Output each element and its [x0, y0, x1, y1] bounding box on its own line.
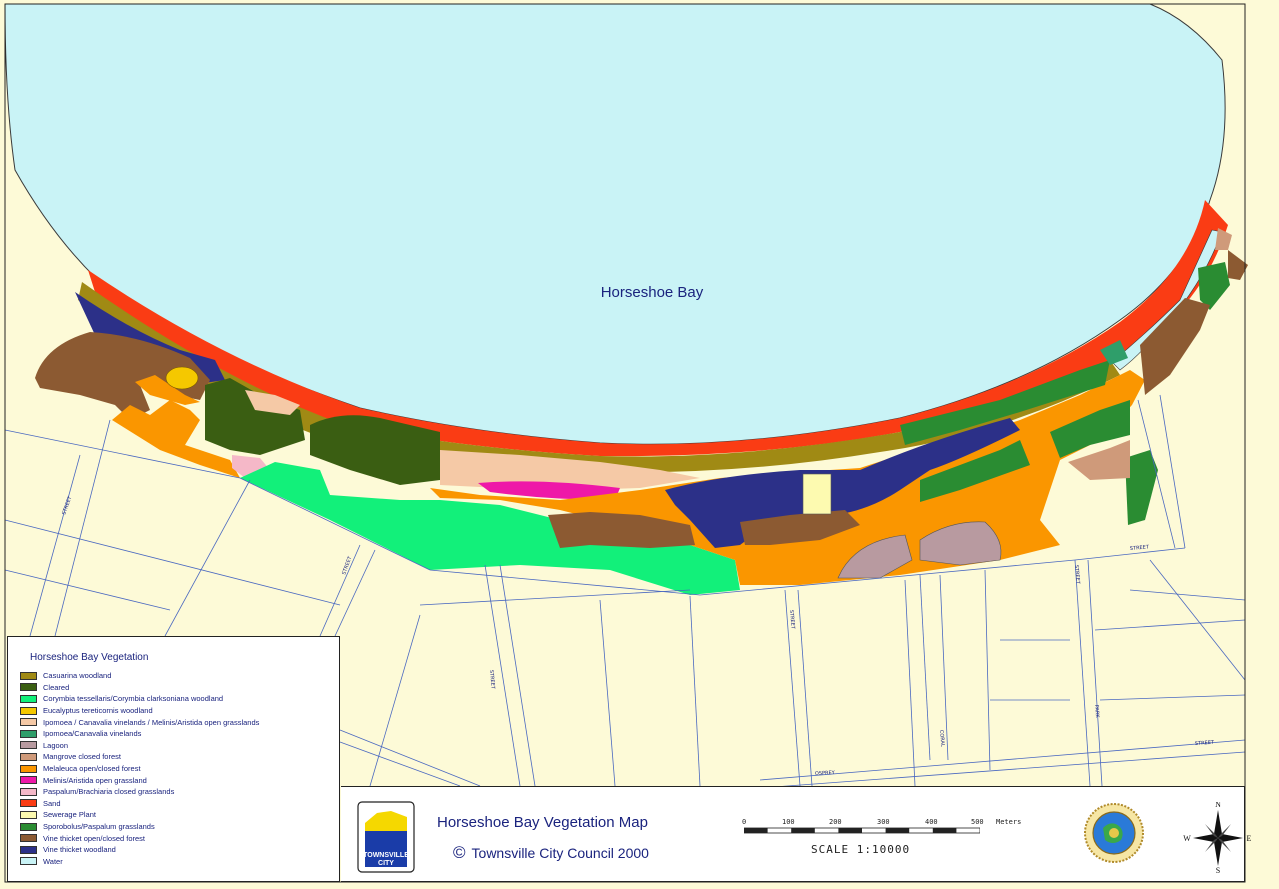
legend-item: Ipomoea/Canavalia vinelands — [20, 728, 259, 740]
legend-label: Cleared — [43, 682, 70, 692]
street-label: OSPREY — [815, 770, 836, 777]
copyright: © Townsville City Council 2000 — [453, 843, 649, 863]
copyright-text: Townsville City Council 2000 — [471, 845, 649, 861]
scale-tick: 300 — [877, 818, 890, 826]
copyright-symbol: © — [453, 843, 466, 862]
legend-item: Ipomoea / Canavalia vinelands / Melinis/… — [20, 716, 259, 728]
legend-title: Horseshoe Bay Vegetation — [30, 652, 149, 663]
legend-panel: Horseshoe Bay Vegetation Casuarina woodl… — [7, 636, 340, 882]
compass-east: E — [1247, 834, 1252, 843]
scale-tick: 200 — [829, 818, 842, 826]
compass-north: N — [1215, 802, 1221, 809]
legend-label: Lagoon — [43, 740, 69, 750]
council-seal — [1084, 803, 1144, 863]
legend-label: Sporobolus/Paspalum grasslands — [43, 822, 155, 832]
legend-item: Melaleuca open/closed forest — [20, 763, 259, 775]
legend-swatch — [20, 683, 37, 692]
legend-label: Mangrove closed forest — [43, 752, 121, 762]
map-title: Horseshoe Bay Vegetation Map — [437, 814, 648, 831]
legend-item: Lagoon — [20, 740, 259, 752]
legend-label: Eucalyptus tereticornis woodland — [43, 706, 153, 716]
compass-west: W — [1183, 834, 1191, 843]
legend-label: Sewerage Plant — [43, 810, 96, 820]
scale-tick: 100 — [782, 818, 795, 826]
title-block: TOWNSVILLE CITY Horseshoe Bay Vegetation… — [341, 786, 1252, 882]
legend-label: Water — [43, 856, 63, 866]
legend-label: Melinis/Aristida open grassland — [43, 775, 147, 785]
legend-swatch — [20, 776, 37, 785]
legend-swatch — [20, 834, 37, 843]
scale-tick: 0 — [742, 818, 747, 826]
legend-swatch — [20, 671, 37, 680]
legend-item: Melinis/Aristida open grassland — [20, 774, 259, 786]
legend-list: Casuarina woodland Cleared Corymbia tessel… — [20, 670, 259, 867]
legend-swatch — [20, 787, 37, 796]
legend-swatch — [20, 718, 37, 727]
bay-label: Horseshoe Bay — [601, 284, 704, 301]
legend-label: Vine thicket woodland — [43, 845, 116, 855]
legend-swatch — [20, 822, 37, 831]
legend-swatch — [20, 810, 37, 819]
legend-label: Ipomoea / Canavalia vinelands / Melinis/… — [43, 717, 260, 727]
scale-tick: 500 — [971, 818, 984, 826]
legend-label: Sand — [43, 798, 61, 808]
legend-item: Cleared — [20, 682, 259, 694]
legend-item: Paspalum/Brachiaria closed grasslands — [20, 786, 259, 798]
legend-swatch — [20, 764, 37, 773]
legend-label: Vine thicket open/closed forest — [43, 833, 146, 843]
logo-text-bottom: CITY — [378, 860, 394, 867]
street-label: PARK — [1093, 705, 1100, 719]
sewerage-plant — [802, 473, 832, 515]
legend-label: Melaleuca open/closed forest — [43, 764, 141, 774]
compass-rose: N S W E — [1183, 802, 1252, 874]
legend-item: Mangrove closed forest — [20, 751, 259, 763]
legend-swatch — [20, 706, 37, 715]
compass-south: S — [1216, 866, 1220, 874]
scale-bar — [744, 827, 980, 834]
scale-tick: 400 — [925, 818, 938, 826]
legend-item: Vine thicket woodland — [20, 844, 259, 856]
legend-item: Corymbia tessellaris/Corymbia clarksonia… — [20, 693, 259, 705]
scale-text: SCALE 1:10000 — [811, 843, 911, 856]
legend-swatch — [20, 729, 37, 738]
townsville-logo: TOWNSVILLE CITY — [357, 801, 415, 873]
legend-item: Vine thicket open/closed forest — [20, 832, 259, 844]
eucalyptus-woodland — [165, 366, 199, 390]
legend-swatch — [20, 857, 37, 866]
legend-item: Casuarina woodland — [20, 670, 259, 682]
legend-label: Casuarina woodland — [43, 671, 112, 681]
scale-units: Meters — [996, 818, 1022, 826]
legend-label: Ipomoea/Canavalia vinelands — [43, 729, 142, 739]
legend-item: Sewerage Plant — [20, 809, 259, 821]
legend-swatch — [20, 799, 37, 808]
legend-swatch — [20, 845, 37, 854]
legend-swatch — [20, 694, 37, 703]
legend-item: Sand — [20, 798, 259, 810]
legend-item: Eucalyptus tereticornis woodland — [20, 705, 259, 717]
legend-item: Sporobolus/Paspalum grasslands — [20, 821, 259, 833]
legend-item: Water — [20, 856, 259, 868]
legend-label: Corymbia tessellaris/Corymbia clarksonia… — [43, 694, 224, 704]
legend-label: Paspalum/Brachiaria closed grasslands — [43, 787, 175, 797]
legend-swatch — [20, 752, 37, 761]
legend-swatch — [20, 741, 37, 750]
logo-text-top: TOWNSVILLE — [363, 852, 409, 859]
